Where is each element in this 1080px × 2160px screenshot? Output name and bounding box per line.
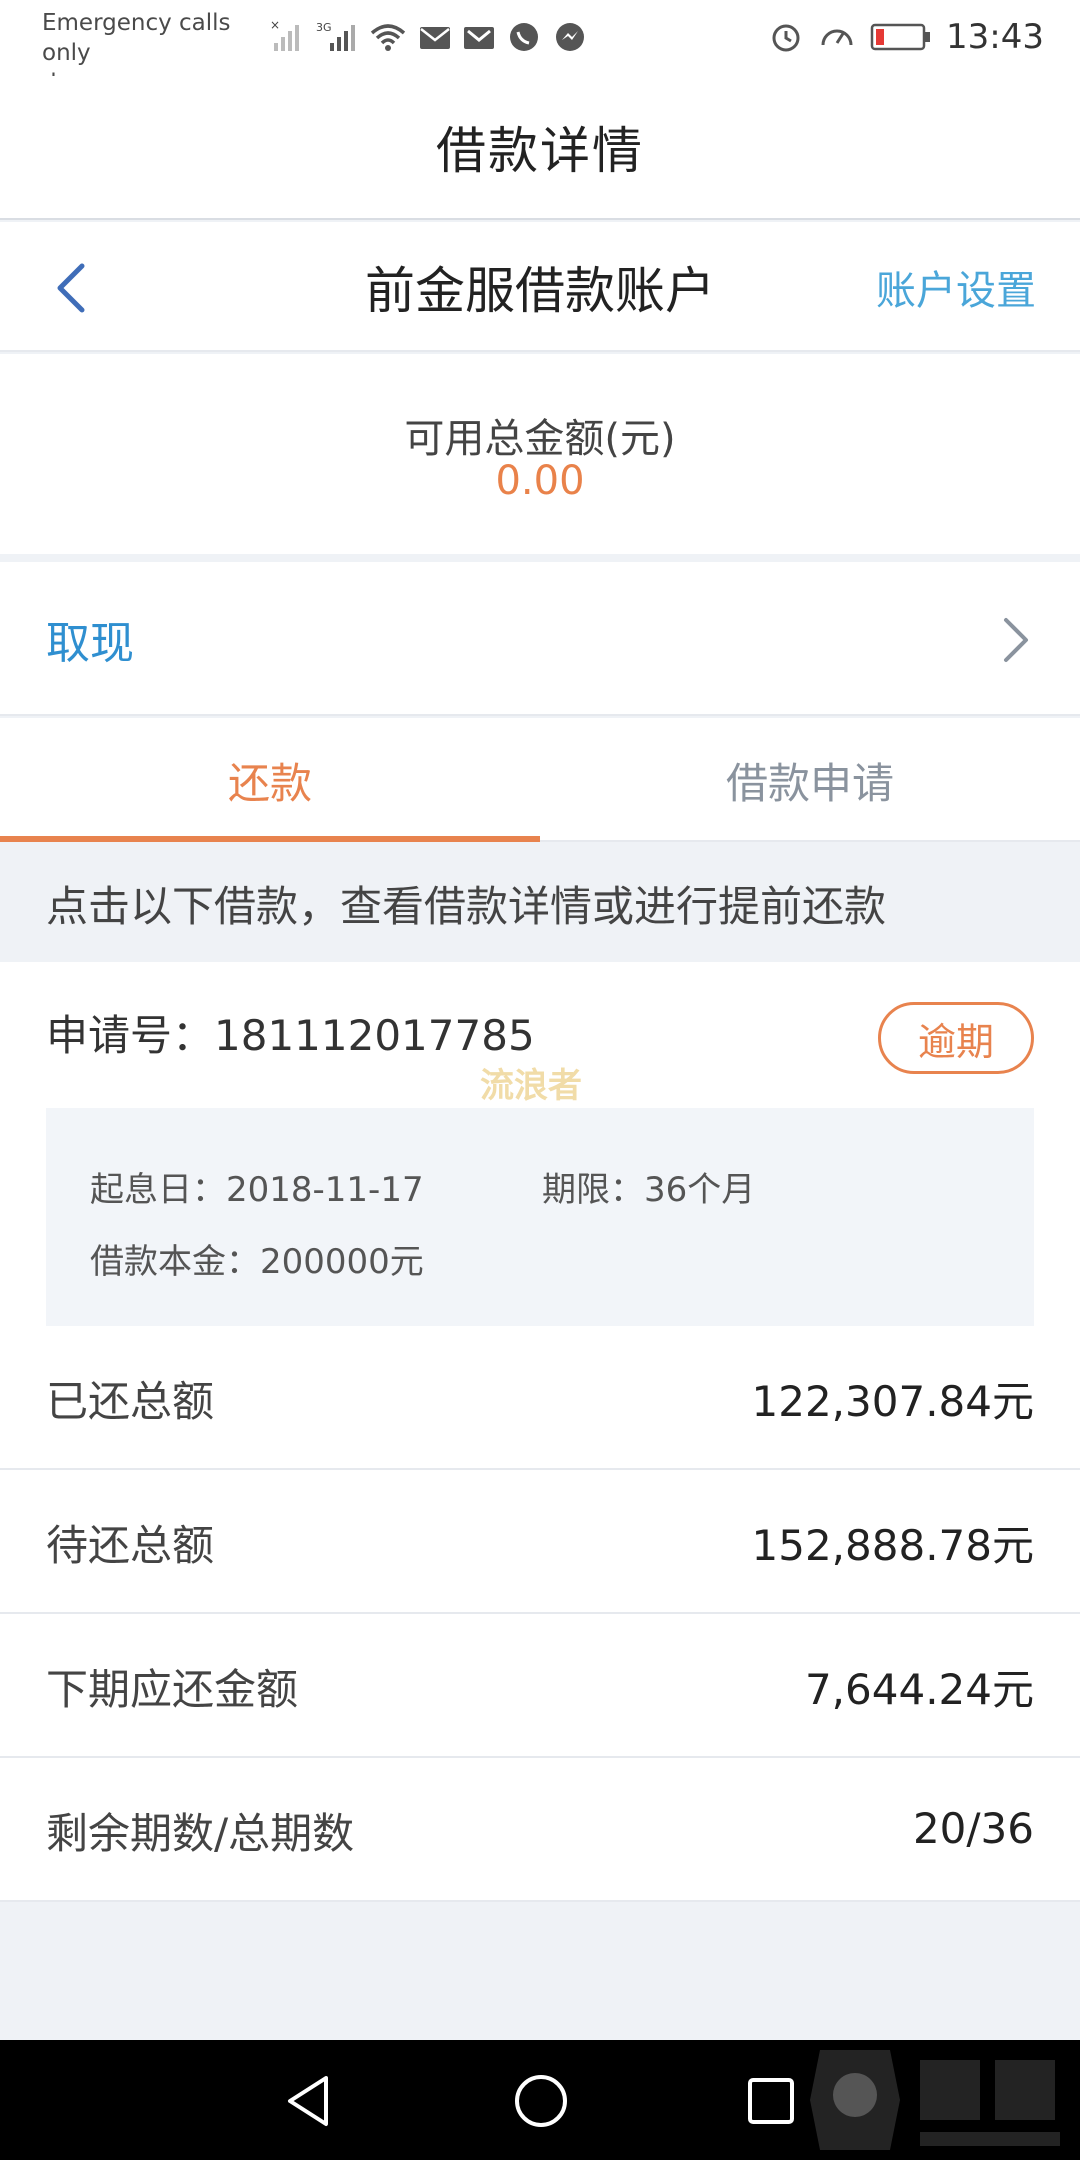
info-value: 152,888.78元 <box>751 1520 1034 1570</box>
mail-icon <box>420 27 450 49</box>
info-row-total-outstanding: 待还总额 152,888.78元 <box>0 1470 1080 1614</box>
carrier-line-1: Emergency calls only <box>42 10 231 66</box>
chevron-right-icon <box>1004 618 1028 662</box>
clock-time: 13:43 <box>946 17 1044 57</box>
watermark-text: 流浪者 <box>480 1066 582 1106</box>
network-label: 3G <box>316 21 332 34</box>
status-icons-left: × 3G <box>270 14 588 60</box>
tab-loan-application[interactable]: 借款申请 <box>540 718 1080 842</box>
info-label: 下期应还金额 <box>46 1664 299 1714</box>
info-label: 剩余期数/总期数 <box>46 1808 355 1858</box>
tab-bar: 还款 借款申请 <box>0 718 1080 842</box>
messenger-icon <box>556 23 584 51</box>
info-row-total-repaid: 已还总额 122,307.84元 <box>0 1326 1080 1470</box>
nav-back-icon[interactable] <box>276 2066 346 2136</box>
loan-card[interactable]: 申请号：181112017785 逾期 流浪者 起息日：2018-11-17 期… <box>0 962 1080 1902</box>
alarm-icon <box>772 24 800 52</box>
loan-principal: 借款本金：200000元 <box>90 1242 424 1282</box>
application-number: 申请号：181112017785 <box>46 1011 535 1060</box>
account-header: 前金服借款账户 账户设置 <box>0 222 1080 352</box>
overdue-status-badge: 逾期 <box>878 1002 1034 1074</box>
info-value: 7,644.24元 <box>804 1664 1034 1714</box>
loan-term: 期限：36个月 <box>542 1170 756 1210</box>
gmail-icon <box>464 27 494 49</box>
system-navigation-bar <box>0 2040 1080 2160</box>
balance-value: 0.00 <box>495 458 585 504</box>
nav-recent-apps-icon[interactable] <box>736 2066 806 2136</box>
wifi-icon <box>370 24 406 51</box>
page-title: 借款详情 <box>436 122 644 180</box>
page-title-bar: 借款详情 <box>0 76 1080 220</box>
withdraw-label: 取现 <box>46 618 134 669</box>
speedometer-icon <box>821 29 853 46</box>
info-label: 待还总额 <box>46 1520 215 1570</box>
info-value: 122,307.84元 <box>751 1376 1034 1426</box>
active-tab-indicator <box>0 836 540 842</box>
loan-detail-box: 起息日：2018-11-17 期限：36个月 借款本金：200000元 <box>46 1108 1034 1326</box>
whatsapp-icon <box>510 23 538 51</box>
info-row-remaining-periods: 剩余期数/总期数 20/36 <box>0 1758 1080 1902</box>
balance-section: 可用总金额(元) 0.00 <box>0 354 1080 554</box>
withdraw-row[interactable]: 取现 <box>0 562 1080 716</box>
tab-repay[interactable]: 还款 <box>0 718 540 842</box>
nav-home-icon[interactable] <box>506 2066 576 2136</box>
info-value: 20/36 <box>912 1804 1034 1853</box>
battery-low-icon <box>870 23 931 51</box>
hint-text: 点击以下借款，查看借款详情或进行提前还款 <box>0 844 1080 962</box>
balance-label: 可用总金额(元) <box>404 416 676 462</box>
signal-off-icon: × <box>270 19 299 51</box>
status-icons-right: 13:43 <box>768 14 1044 60</box>
signal-3g-icon: 3G <box>316 21 355 51</box>
black-cat-logo-icon <box>810 2050 1060 2150</box>
account-settings-link[interactable]: 账户设置 <box>876 222 1036 352</box>
info-label: 已还总额 <box>46 1376 215 1426</box>
interest-start-date: 起息日：2018-11-17 <box>90 1170 424 1210</box>
info-row-next-payment: 下期应还金额 7,644.24元 <box>0 1614 1080 1758</box>
status-bar: Emergency calls only du × 3G <box>0 0 1080 96</box>
svg-text:×: × <box>270 19 280 32</box>
